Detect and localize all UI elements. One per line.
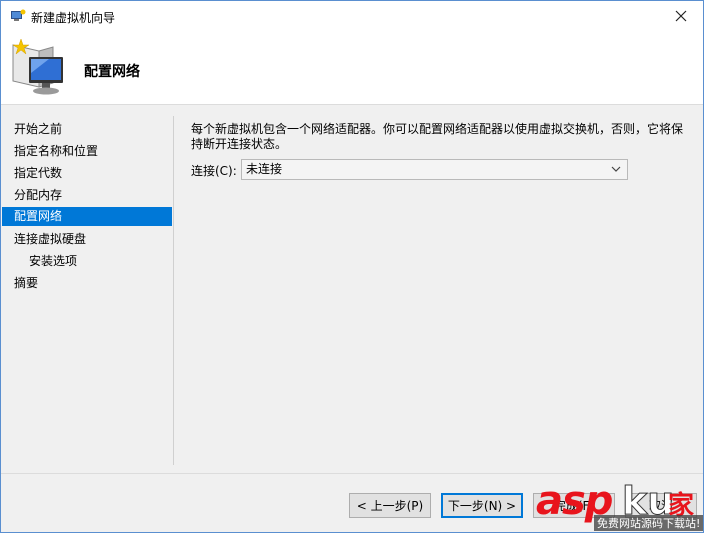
chevron-down-icon	[611, 166, 621, 172]
sidebar-item-virtual-disk[interactable]: 连接虚拟硬盘	[2, 230, 172, 249]
wizard-header: 配置网络	[1, 31, 703, 105]
sidebar-item-networking[interactable]: 配置网络	[2, 207, 172, 226]
wizard-steps-sidebar: 开始之前 指定名称和位置 指定代数 分配内存 配置网络 连接虚拟硬盘 安装选项 …	[1, 106, 173, 466]
window-title: 新建虚拟机向导	[31, 11, 116, 25]
previous-button[interactable]: < 上一步(P)	[349, 493, 431, 518]
sidebar-item-summary[interactable]: 摘要	[2, 274, 172, 293]
close-button[interactable]	[659, 1, 703, 31]
sidebar-item-before-you-begin[interactable]: 开始之前	[2, 120, 172, 139]
new-vm-wizard-icon	[9, 37, 69, 99]
next-button[interactable]: 下一步(N) >	[441, 493, 523, 518]
connection-selected-value: 未连接	[246, 162, 283, 176]
page-title: 配置网络	[84, 64, 140, 80]
watermark-tagline: 免费网站源码下载站!	[594, 515, 704, 531]
hyperv-app-icon	[10, 9, 26, 23]
footer-divider	[1, 473, 703, 474]
wizard-window: 新建虚拟机向导 配置网络 开始之前 指定名称和位置 指定代数 分配内存 配置网络…	[0, 0, 704, 533]
close-icon	[675, 10, 687, 22]
title-bar[interactable]: 新建虚拟机向导	[1, 1, 703, 31]
site-watermark: asp ku 家 免费网站源码下载站!	[536, 479, 704, 533]
sidebar-divider	[173, 116, 174, 465]
connection-dropdown[interactable]: 未连接	[241, 159, 628, 180]
sidebar-item-generation[interactable]: 指定代数	[2, 164, 172, 183]
sidebar-item-name-location[interactable]: 指定名称和位置	[2, 142, 172, 161]
sidebar-item-memory[interactable]: 分配内存	[2, 186, 172, 205]
sidebar-item-install-options[interactable]: 安装选项	[2, 252, 172, 271]
connection-label: 连接(C):	[191, 164, 237, 178]
network-description: 每个新虚拟机包含一个网络适配器。你可以配置网络适配器以使用虚拟交换机，否则，它将…	[191, 122, 684, 151]
